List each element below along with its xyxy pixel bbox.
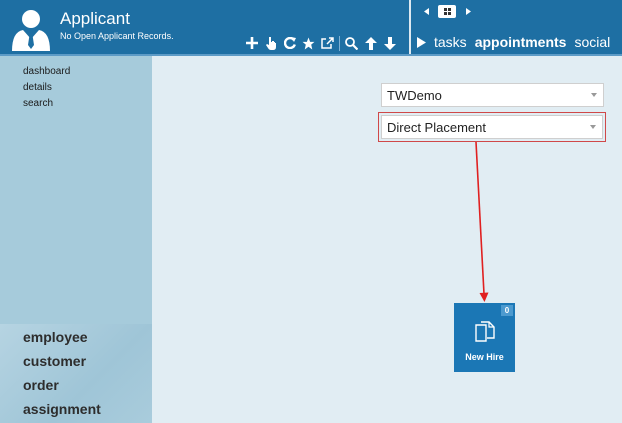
sidebar-link-details[interactable]: details [23,80,70,96]
chevron-down-icon [591,93,597,97]
app-header: Applicant No Open Applicant Records. tas… [0,0,622,54]
sidebar-sections: employee customer order assignment [0,324,152,423]
documents-icon [475,321,495,342]
move-up-button[interactable] [361,34,380,52]
pager-previous-button[interactable] [420,4,432,18]
company-select[interactable]: TWDemo [381,83,604,107]
page-title: Applicant [60,9,130,28]
record-toolbar [242,34,399,52]
chevron-down-icon [590,125,596,129]
arrow-up-icon [364,36,377,50]
pointer-icon [265,36,276,50]
user-silhouette-icon [12,10,50,51]
search-icon [345,36,358,50]
grid-view-button[interactable] [438,4,456,18]
move-down-button[interactable] [380,34,399,52]
nav-link-tasks[interactable]: tasks [434,34,467,50]
new-hire-tile[interactable]: 0 New Hire [454,303,515,372]
placement-type-select-value: Direct Placement [387,119,486,135]
triangle-left-icon [423,7,429,15]
sidebar-links: dashboard details search [23,64,70,112]
pager-next-button[interactable] [462,4,474,18]
new-hire-label: New Hire [465,352,504,362]
header-nav: tasks appointments social [417,34,618,50]
open-external-button[interactable] [318,34,337,52]
sidebar-section-customer[interactable]: customer [23,353,86,369]
sidebar: dashboard details search employee custom… [0,56,152,423]
sidebar-link-search[interactable]: search [23,96,70,112]
page-subtitle: No Open Applicant Records. [60,31,174,41]
new-hire-count-badge: 0 [501,305,513,316]
grid-icon [443,7,451,15]
external-link-icon [321,37,334,49]
company-select-value: TWDemo [387,87,442,103]
star-icon [302,37,315,49]
favorite-button[interactable] [299,34,318,52]
nav-link-appointments[interactable]: appointments [475,34,567,50]
panel-pager [420,4,474,18]
search-button[interactable] [342,34,361,52]
arrow-down-icon [383,36,396,50]
header-divider [409,0,411,54]
triangle-right-icon [465,7,471,15]
plus-icon [245,37,258,49]
play-icon [417,36,426,48]
sidebar-section-assignment[interactable]: assignment [23,401,101,417]
sidebar-section-order[interactable]: order [23,377,59,393]
sidebar-link-dashboard[interactable]: dashboard [23,64,70,80]
select-button[interactable] [261,34,280,52]
toolbar-divider [339,35,340,51]
add-button[interactable] [242,34,261,52]
refresh-icon [283,37,296,49]
nav-link-social[interactable]: social [574,34,610,50]
refresh-button[interactable] [280,34,299,52]
sidebar-section-employee[interactable]: employee [23,329,88,345]
nav-expand-button[interactable] [417,35,428,49]
placement-type-select[interactable]: Direct Placement [381,115,603,139]
